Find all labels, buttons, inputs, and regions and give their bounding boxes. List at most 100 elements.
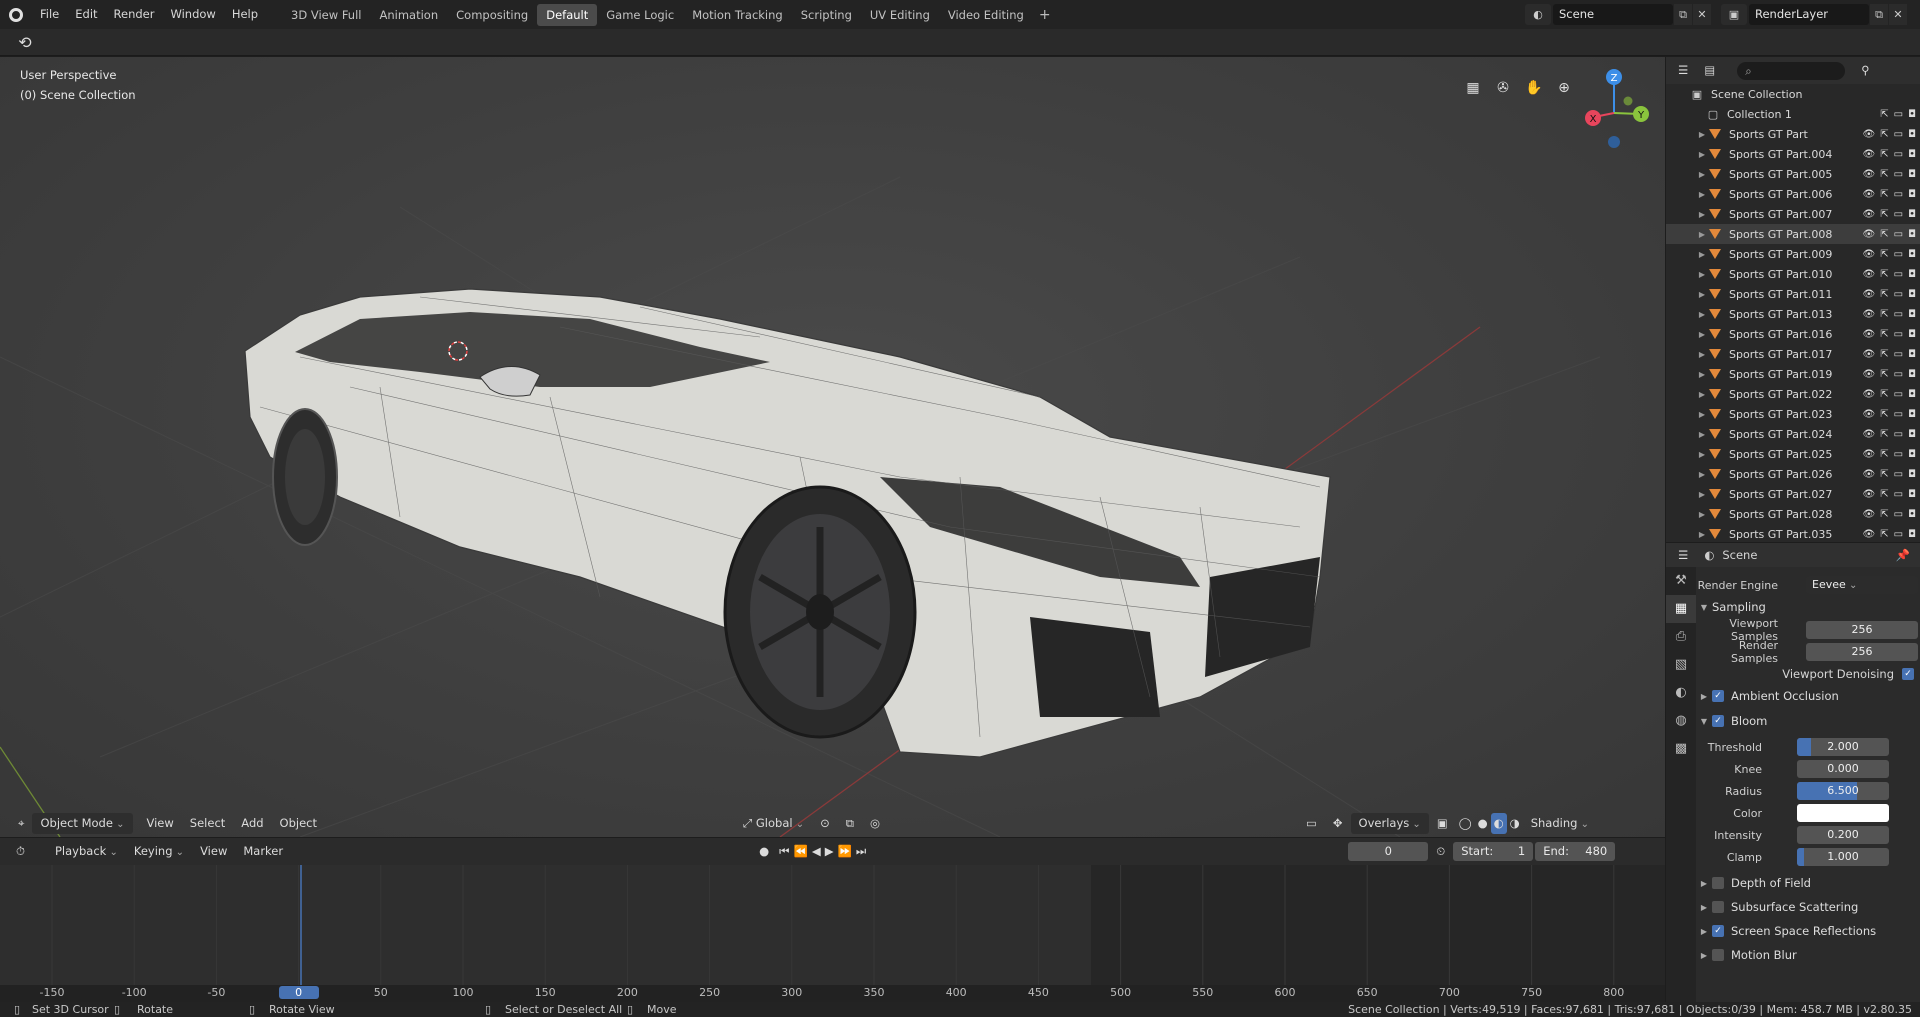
record-icon[interactable]: ● <box>751 841 777 862</box>
proportional-edit-icon[interactable]: ◎ <box>862 813 888 834</box>
outliner-object-row[interactable]: ▶ Sports GT Part.009 👁 ⇱ ▭ ◘ <box>1666 244 1920 264</box>
visibility-eye-icon[interactable]: 👁 <box>1863 289 1876 300</box>
expand-arrow-icon[interactable]: ▶ <box>1696 370 1708 379</box>
outliner-object-row[interactable]: ▶ Sports GT Part.011 👁 ⇱ ▭ ◘ <box>1666 284 1920 304</box>
select-toggle-icon[interactable]: ⇱ <box>1880 189 1888 200</box>
visibility-eye-icon[interactable]: 👁 <box>1863 389 1876 400</box>
gizmo-toggle-icon[interactable]: ✥ <box>1325 813 1351 834</box>
render-layer-field[interactable]: RenderLayer <box>1749 4 1869 25</box>
menu-timeline-view[interactable]: View <box>192 841 235 862</box>
pivot-icon[interactable]: ⊙ <box>812 813 838 834</box>
tab-scripting[interactable]: Scripting <box>792 4 861 26</box>
select-toggle-icon[interactable]: ⇱ <box>1880 249 1888 260</box>
viewport-toggle-icon[interactable]: ▭ <box>1894 429 1903 440</box>
tool-tab-icon[interactable]: ⚒ <box>1666 567 1696 595</box>
frame-ruler[interactable]: -150 -100 -50 0 50 100 150 200 250 300 350 400 450 50… <box>0 985 1665 1002</box>
bloom-panel[interactable]: ▼ ✓ Bloom <box>1696 710 1920 732</box>
visibility-eye-icon[interactable]: 👁 <box>1863 429 1876 440</box>
viewport-toggle-icon[interactable]: ▭ <box>1894 249 1903 260</box>
expand-arrow-icon[interactable]: ▶ <box>1696 350 1708 359</box>
visibility-eye-icon[interactable]: 👁 <box>1863 529 1876 540</box>
visibility-eye-icon[interactable]: 👁 <box>1863 229 1876 240</box>
visibility-eye-icon[interactable]: 👁 <box>1863 349 1876 360</box>
expand-arrow-icon[interactable]: ▶ <box>1696 190 1708 199</box>
viewport-toggle-icon[interactable]: ▭ <box>1894 349 1903 360</box>
snap-icon[interactable]: ⧉ <box>838 813 862 834</box>
select-toggle-icon[interactable]: ⇱ <box>1880 369 1888 380</box>
render-toggle-icon[interactable]: ◘ <box>1908 329 1916 340</box>
viewport-toggle-icon[interactable]: ▭ <box>1894 209 1903 220</box>
viewport-toggle-icon[interactable]: ▭ <box>1894 129 1903 140</box>
view-object-types-icon[interactable]: ▭ <box>1298 813 1325 834</box>
menu-object[interactable]: Object <box>272 813 325 834</box>
3d-viewport[interactable]: Z Y X User Perspective (0) Scene Collect… <box>0 57 1665 837</box>
select-toggle-icon[interactable]: ⇱ <box>1880 229 1888 240</box>
next-keyframe-icon[interactable]: ⏩ <box>836 841 854 862</box>
tab-game-logic[interactable]: Game Logic <box>597 4 683 26</box>
expand-arrow-icon[interactable]: ▶ <box>1696 310 1708 319</box>
menu-edit[interactable]: Edit <box>67 0 105 29</box>
delete-scene-icon[interactable]: ✕ <box>1693 4 1711 25</box>
render-toggle-icon[interactable]: ◘ <box>1908 409 1916 420</box>
render-toggle-icon[interactable]: ◘ <box>1908 249 1916 260</box>
expand-arrow-icon[interactable]: ▶ <box>1696 410 1708 419</box>
select-toggle-icon[interactable]: ⇱ <box>1880 469 1888 480</box>
subsurface-panel[interactable]: ▶ Subsurface Scattering <box>1696 896 1920 918</box>
tab-compositing[interactable]: Compositing <box>447 4 537 26</box>
outliner-object-row[interactable]: ▶ Sports GT Part.006 👁 ⇱ ▭ ◘ <box>1666 184 1920 204</box>
timeline-editor-type-icon[interactable]: ⏱ <box>8 841 33 862</box>
outliner-object-row[interactable]: ▶ Sports GT Part.022 👁 ⇱ ▭ ◘ <box>1666 384 1920 404</box>
outliner-object-row[interactable]: ▶ Sports GT Part.005 👁 ⇱ ▭ ◘ <box>1666 164 1920 184</box>
outliner-object-row[interactable]: ▶ Sports GT Part.024 👁 ⇱ ▭ ◘ <box>1666 424 1920 444</box>
viewport-denoising-checkbox[interactable]: ✓ <box>1902 668 1914 680</box>
select-toggle-icon[interactable]: ⇱ <box>1880 429 1888 440</box>
outliner-object-row[interactable]: ▶ Sports GT Part.016 👁 ⇱ ▭ ◘ <box>1666 324 1920 344</box>
render-toggle-icon[interactable]: ◘ <box>1908 229 1916 240</box>
expand-arrow-icon[interactable]: ▶ <box>1696 430 1708 439</box>
visibility-eye-icon[interactable]: 👁 <box>1863 509 1876 520</box>
blender-logo-icon[interactable] <box>0 0 32 29</box>
shading-dropdown[interactable]: Shading <box>1523 813 1597 834</box>
visibility-eye-icon[interactable]: 👁 <box>1863 409 1876 420</box>
render-toggle-icon[interactable]: ◘ <box>1908 129 1916 140</box>
copy-layer-icon[interactable]: ⧉ <box>1870 4 1888 25</box>
tab-video-editing[interactable]: Video Editing <box>939 4 1033 26</box>
render-toggle-icon[interactable]: ◘ <box>1908 389 1916 400</box>
outliner-editor-type-icon[interactable]: ☰ <box>1670 60 1696 81</box>
tab-uv-editing[interactable]: UV Editing <box>861 4 939 26</box>
render-toggle-icon[interactable]: ◘ <box>1908 209 1916 220</box>
visibility-eye-icon[interactable]: 👁 <box>1863 169 1876 180</box>
viewport-toggle-icon[interactable]: ▭ <box>1894 149 1903 160</box>
solid-shading-icon[interactable]: ● <box>1475 813 1491 834</box>
jump-start-icon[interactable]: ⏮ <box>777 841 791 862</box>
visibility-eye-icon[interactable]: 👁 <box>1863 149 1876 160</box>
overlays-dropdown[interactable]: Overlays <box>1350 813 1429 834</box>
viewport-samples-field[interactable]: 256 <box>1806 621 1918 639</box>
viewport-toggle-icon[interactable]: ▭ <box>1894 169 1903 180</box>
viewport-toggle-icon[interactable]: ▭ <box>1894 529 1903 540</box>
render-samples-field[interactable]: 256 <box>1806 643 1918 661</box>
render-toggle-icon[interactable]: ◘ <box>1908 269 1916 280</box>
menu-window[interactable]: Window <box>162 0 223 29</box>
scene-tab-icon[interactable]: ◐ <box>1666 679 1696 707</box>
play-reverse-icon[interactable]: ◀ <box>810 841 823 862</box>
outliner-object-row[interactable]: ▶ Sports GT Part.017 👁 ⇱ ▭ ◘ <box>1666 344 1920 364</box>
visibility-eye-icon[interactable]: 👁 <box>1863 469 1876 480</box>
outliner-object-row[interactable]: ▶ Sports GT Part 👁 ⇱ ▭ ◘ <box>1666 124 1920 144</box>
subsurface-checkbox[interactable] <box>1712 901 1724 913</box>
clamp-slider[interactable]: 1.000 <box>1797 848 1889 866</box>
select-toggle-icon[interactable]: ⇱ <box>1880 109 1888 120</box>
viewport-toggle-icon[interactable]: ▭ <box>1894 309 1903 320</box>
visibility-eye-icon[interactable]: 👁 <box>1863 489 1876 500</box>
render-toggle-icon[interactable]: ◘ <box>1908 169 1916 180</box>
knee-slider[interactable]: 0.000 <box>1797 760 1889 778</box>
preview-range-icon[interactable]: ⏲ <box>1428 841 1453 862</box>
motion-blur-checkbox[interactable] <box>1712 949 1724 961</box>
visibility-eye-icon[interactable]: 👁 <box>1863 269 1876 280</box>
outliner-object-row[interactable]: ▶ Sports GT Part.023 👁 ⇱ ▭ ◘ <box>1666 404 1920 424</box>
viewport-denoising-row[interactable]: Viewport Denoising ✓ <box>1696 664 1920 684</box>
render-toggle-icon[interactable]: ◘ <box>1908 289 1916 300</box>
visibility-eye-icon[interactable]: 👁 <box>1863 449 1876 460</box>
zoom-icon[interactable]: ⊕ <box>1550 74 1578 102</box>
expand-arrow-icon[interactable]: ▶ <box>1696 330 1708 339</box>
